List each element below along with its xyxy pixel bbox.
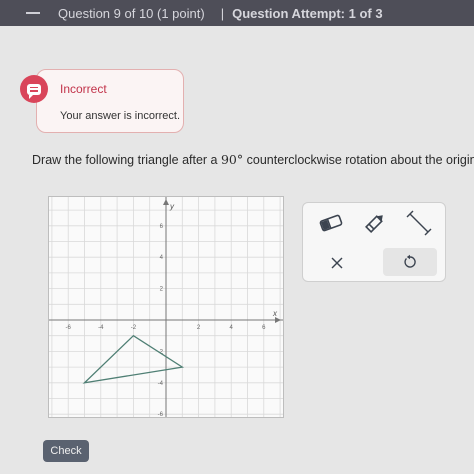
eraser-icon: [319, 214, 343, 232]
x-tick-label: -6: [66, 325, 72, 331]
undo-icon: [404, 254, 416, 268]
x-tick-label: -2: [131, 325, 137, 331]
menu-icon[interactable]: [26, 12, 40, 14]
feedback-title: Incorrect: [60, 82, 107, 96]
y-axis-label: y: [169, 202, 175, 211]
pencil-icon: [365, 215, 383, 233]
clear-button[interactable]: [319, 249, 355, 277]
feedback-message: Your answer is incorrect.: [60, 110, 181, 122]
undo-button[interactable]: [383, 248, 437, 276]
attempt-label: Question Attempt: 1 of 3: [232, 5, 383, 21]
eraser-tool-button[interactable]: [313, 209, 349, 237]
prompt-text-before: Draw the following triangle after a: [32, 153, 221, 167]
pencil-tool-button[interactable]: [357, 209, 393, 237]
question-title: Question 9 of 10 (1 point): [58, 5, 205, 21]
feedback-panel: [36, 69, 184, 133]
y-tick-label: -6: [158, 412, 164, 417]
line-segment-tool-button[interactable]: [401, 209, 437, 237]
y-axis-arrow: [163, 199, 169, 205]
top-bar: Question 9 of 10 (1 point) | Question At…: [0, 0, 474, 26]
close-icon: [331, 257, 343, 269]
x-tick-label: -4: [98, 325, 104, 331]
line-segment-icon: [406, 210, 432, 236]
prompt-text-after: counterclockwise rotation about the orig…: [243, 153, 474, 167]
y-tick-label: 2: [160, 287, 164, 293]
graph-canvas[interactable]: yx-6 -4 -2 2 4 6642-2-4-6: [49, 197, 283, 417]
check-button[interactable]: Check: [43, 440, 89, 462]
y-tick-label: 6: [160, 224, 164, 230]
coordinate-grid[interactable]: y x -6 -4 -2 2 4 6 6 4 2 -2 -4 -6: [48, 196, 284, 418]
x-tick-label: 4: [230, 325, 234, 331]
drawing-toolbox: [302, 202, 446, 282]
prompt-degrees: 90°: [220, 152, 244, 167]
y-tick-label: -4: [158, 381, 164, 387]
x-axis-label: x: [272, 309, 278, 318]
x-tick-label: 2: [197, 325, 201, 331]
x-tick-label: 6: [262, 325, 266, 331]
y-tick-label: 4: [160, 255, 164, 261]
question-prompt: Draw the following triangle after a 90° …: [32, 152, 474, 167]
title-separator: |: [220, 5, 225, 21]
feedback-chat-icon: [20, 75, 48, 103]
